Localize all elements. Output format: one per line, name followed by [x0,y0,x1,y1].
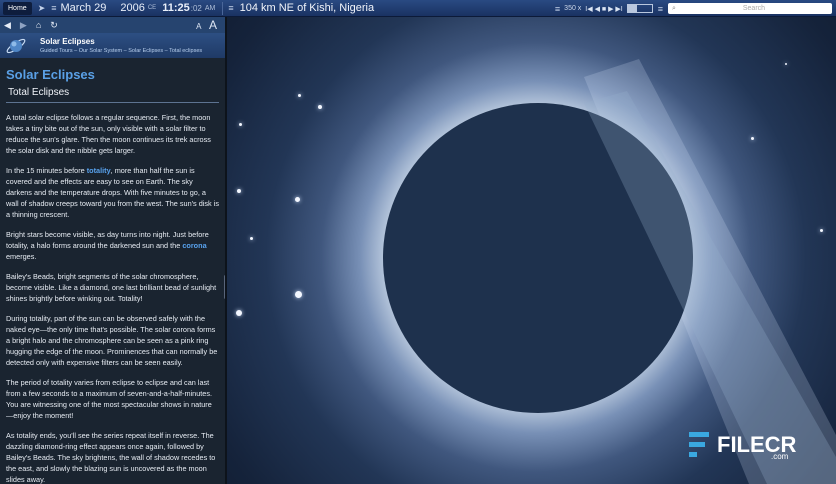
paragraph-6: The period of totality varies from eclip… [6,378,213,420]
sidebar-header: Solar Eclipses Guided Tours – Our Solar … [0,33,225,58]
back-icon[interactable]: ◀ [4,20,11,31]
star[interactable] [298,94,301,97]
location-label[interactable]: 104 km NE of Kishi, Nigeria [240,2,375,14]
star[interactable] [751,137,754,140]
paragraph-4: Bailey's Beads, bright segments of the s… [6,272,217,303]
cursor-icon[interactable]: ➤ [38,3,46,14]
date-year[interactable]: 2006 [120,2,144,14]
search-input[interactable]: ⌕ Search [668,3,832,14]
forward-icon[interactable]: ▶ [20,20,27,31]
star[interactable] [237,189,241,193]
toolbar-right-controls: ≡ 350 x I◀ ◀ ■ ▶ ▶I ≡ ⌕ Search [549,0,836,17]
planet-icon [6,38,26,54]
breadcrumb[interactable]: Guided Tours – Our Solar System – Solar … [40,48,202,54]
text-larger-button[interactable]: A [209,18,217,32]
rate-menu-icon[interactable]: ≡ [555,4,560,14]
date-era: CE [147,5,157,11]
menu-icon[interactable]: ≡ [51,3,56,13]
date-month-day[interactable]: March 29 [61,2,107,14]
star[interactable] [295,197,300,202]
sky-view[interactable]: FILECR .com [227,17,836,484]
time-ampm[interactable]: AM [205,5,216,12]
article-content: Solar Eclipses Total Eclipses A total so… [0,59,225,484]
time-rate[interactable]: 350 x [564,5,581,12]
time-hhmm[interactable]: 11:25 [162,2,190,14]
top-toolbar: Home ➤ ≡ March 29 2006 CE 11:25 :02 AM ≡… [0,0,836,17]
text-size-controls: A A [196,18,217,32]
corona-link[interactable]: corona [182,241,206,250]
playback-controls[interactable]: I◀ ◀ ■ ▶ ▶I [585,5,622,13]
search-menu-icon[interactable]: ≡ [658,4,663,14]
sidebar-nav-row: ◀ ▶ ⌂ ↻ A A [0,17,225,33]
app-window: Home ➤ ≡ March 29 2006 CE 11:25 :02 AM ≡… [0,0,836,484]
location-menu-icon[interactable]: ≡ [228,3,233,13]
search-placeholder: Search [742,5,766,12]
star[interactable] [820,229,823,232]
star[interactable] [239,123,242,126]
paragraph-7: As totality ends, you'll see the series … [6,431,216,484]
paragraph-5: During totality, part of the sun can be … [6,314,218,367]
totality-link[interactable]: totality [87,166,111,175]
paragraph-2: In the 15 minutes before totality, more … [6,165,219,220]
star[interactable] [785,63,787,65]
sidebar-header-title: Solar Eclipses [40,37,95,46]
star[interactable] [295,291,302,298]
article-title: Solar Eclipses [6,67,95,82]
article-subtitle: Total Eclipses [8,87,70,98]
toolbar-divider [222,1,224,15]
paragraph-3-text: Bright stars become visible, as day turn… [6,230,209,250]
article-divider [6,102,219,103]
home-icon[interactable]: ⌂ [36,20,41,30]
star[interactable] [250,237,253,240]
paragraph-3: Bright stars become visible, as day turn… [6,229,219,262]
time-seconds[interactable]: :02 [191,4,202,13]
light-beam-overlay [584,91,836,484]
watermark: FILECR .com [685,426,805,464]
star[interactable] [236,310,242,316]
sidebar-panel: ◀ ▶ ⌂ ↻ A A Solar Eclipses Guided Tours … [0,17,227,484]
star[interactable] [318,105,322,109]
paragraph-2-text: In the 15 minutes before [6,166,87,175]
paragraph-1: A total solar eclipse follows a regular … [6,113,211,155]
watermark-logo-icon [689,432,709,457]
paragraph-3-text-end: emerges. [6,252,37,261]
refresh-icon[interactable]: ↻ [50,20,58,31]
view-toggle[interactable] [626,4,653,13]
text-smaller-button[interactable]: A [196,22,201,31]
watermark-domain: .com [771,452,789,461]
home-button[interactable]: Home [3,1,32,15]
